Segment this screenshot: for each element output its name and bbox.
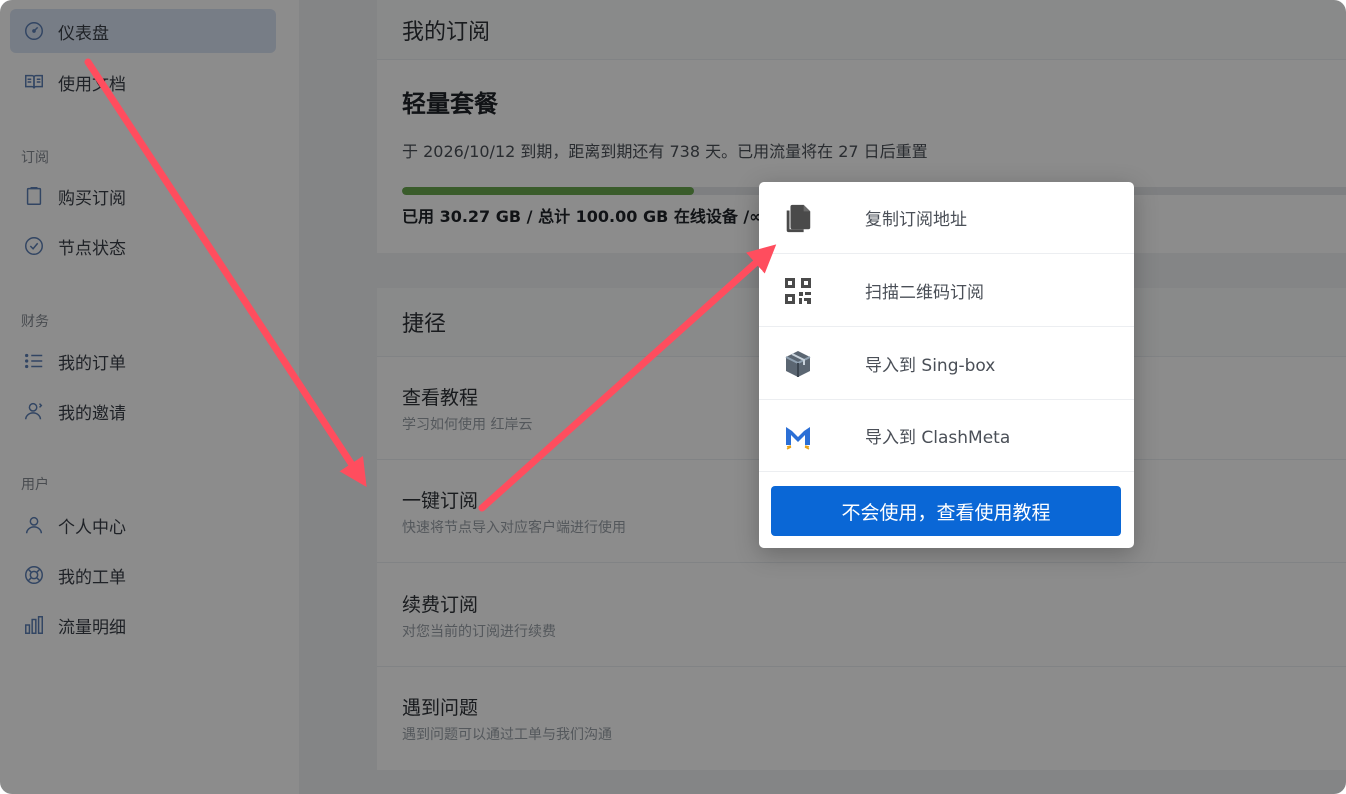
dropdown-item-label: 导入到 ClashMeta [865,428,1011,448]
dropdown-item-label: 扫描二维码订阅 [865,283,984,303]
dropdown-item-label: 复制订阅地址 [865,210,967,230]
dropdown-item-clashmeta[interactable]: 导入到 ClashMeta [759,400,1134,472]
view-tutorial-button[interactable]: 不会使用，查看使用教程 [771,486,1121,536]
dropdown-item-copy-url[interactable]: 复制订阅地址 [759,182,1134,254]
modal-overlay[interactable] [0,0,1346,794]
subscribe-dropdown: 复制订阅地址 扫描二维码订阅 导入到 Sing-box 导入到 ClashMet… [759,182,1134,548]
app-window: 仪表盘 使用文档 订阅 购买订阅 节点状态 财务 我的订单 我的邀请 用户 个人… [0,0,1346,794]
copy-icon [781,201,815,235]
dropdown-item-label: 导入到 Sing-box [865,356,996,376]
qr-code-icon [781,274,815,308]
dropdown-item-sing-box[interactable]: 导入到 Sing-box [759,328,1134,400]
dropdown-item-qr-code[interactable]: 扫描二维码订阅 [759,255,1134,327]
sing-box-icon [781,347,815,381]
clashmeta-icon [781,419,815,453]
